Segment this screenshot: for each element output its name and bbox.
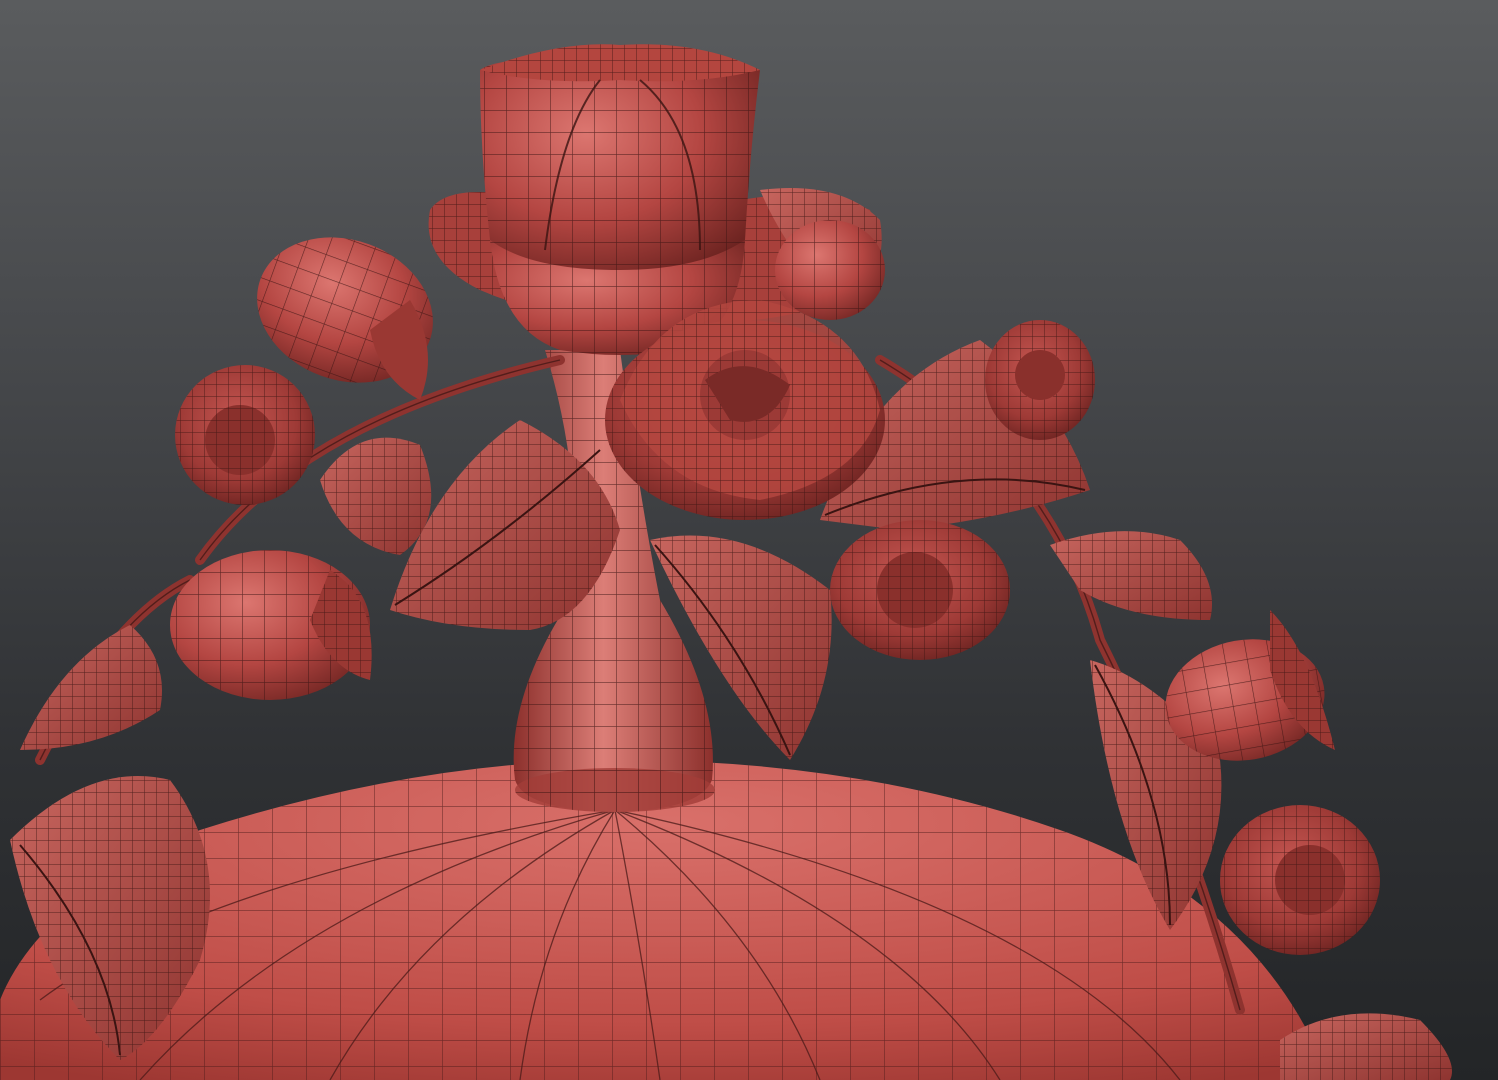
- leaf-right-mid: [1050, 531, 1212, 620]
- leaf-left-upper: [320, 437, 432, 555]
- rose-right-lower: [1220, 805, 1380, 955]
- rose-left: [175, 365, 315, 505]
- rose-right-top: [985, 320, 1095, 440]
- leaf-left-mid: [20, 625, 162, 750]
- leaf-bottom-right: [1280, 1013, 1452, 1080]
- 3d-viewport[interactable]: [0, 0, 1498, 1080]
- wireframe-render: [0, 44, 1452, 1080]
- rose-lower-center: [830, 520, 1010, 660]
- bud-top-right: [775, 220, 885, 320]
- bud-left-mid: [170, 550, 372, 700]
